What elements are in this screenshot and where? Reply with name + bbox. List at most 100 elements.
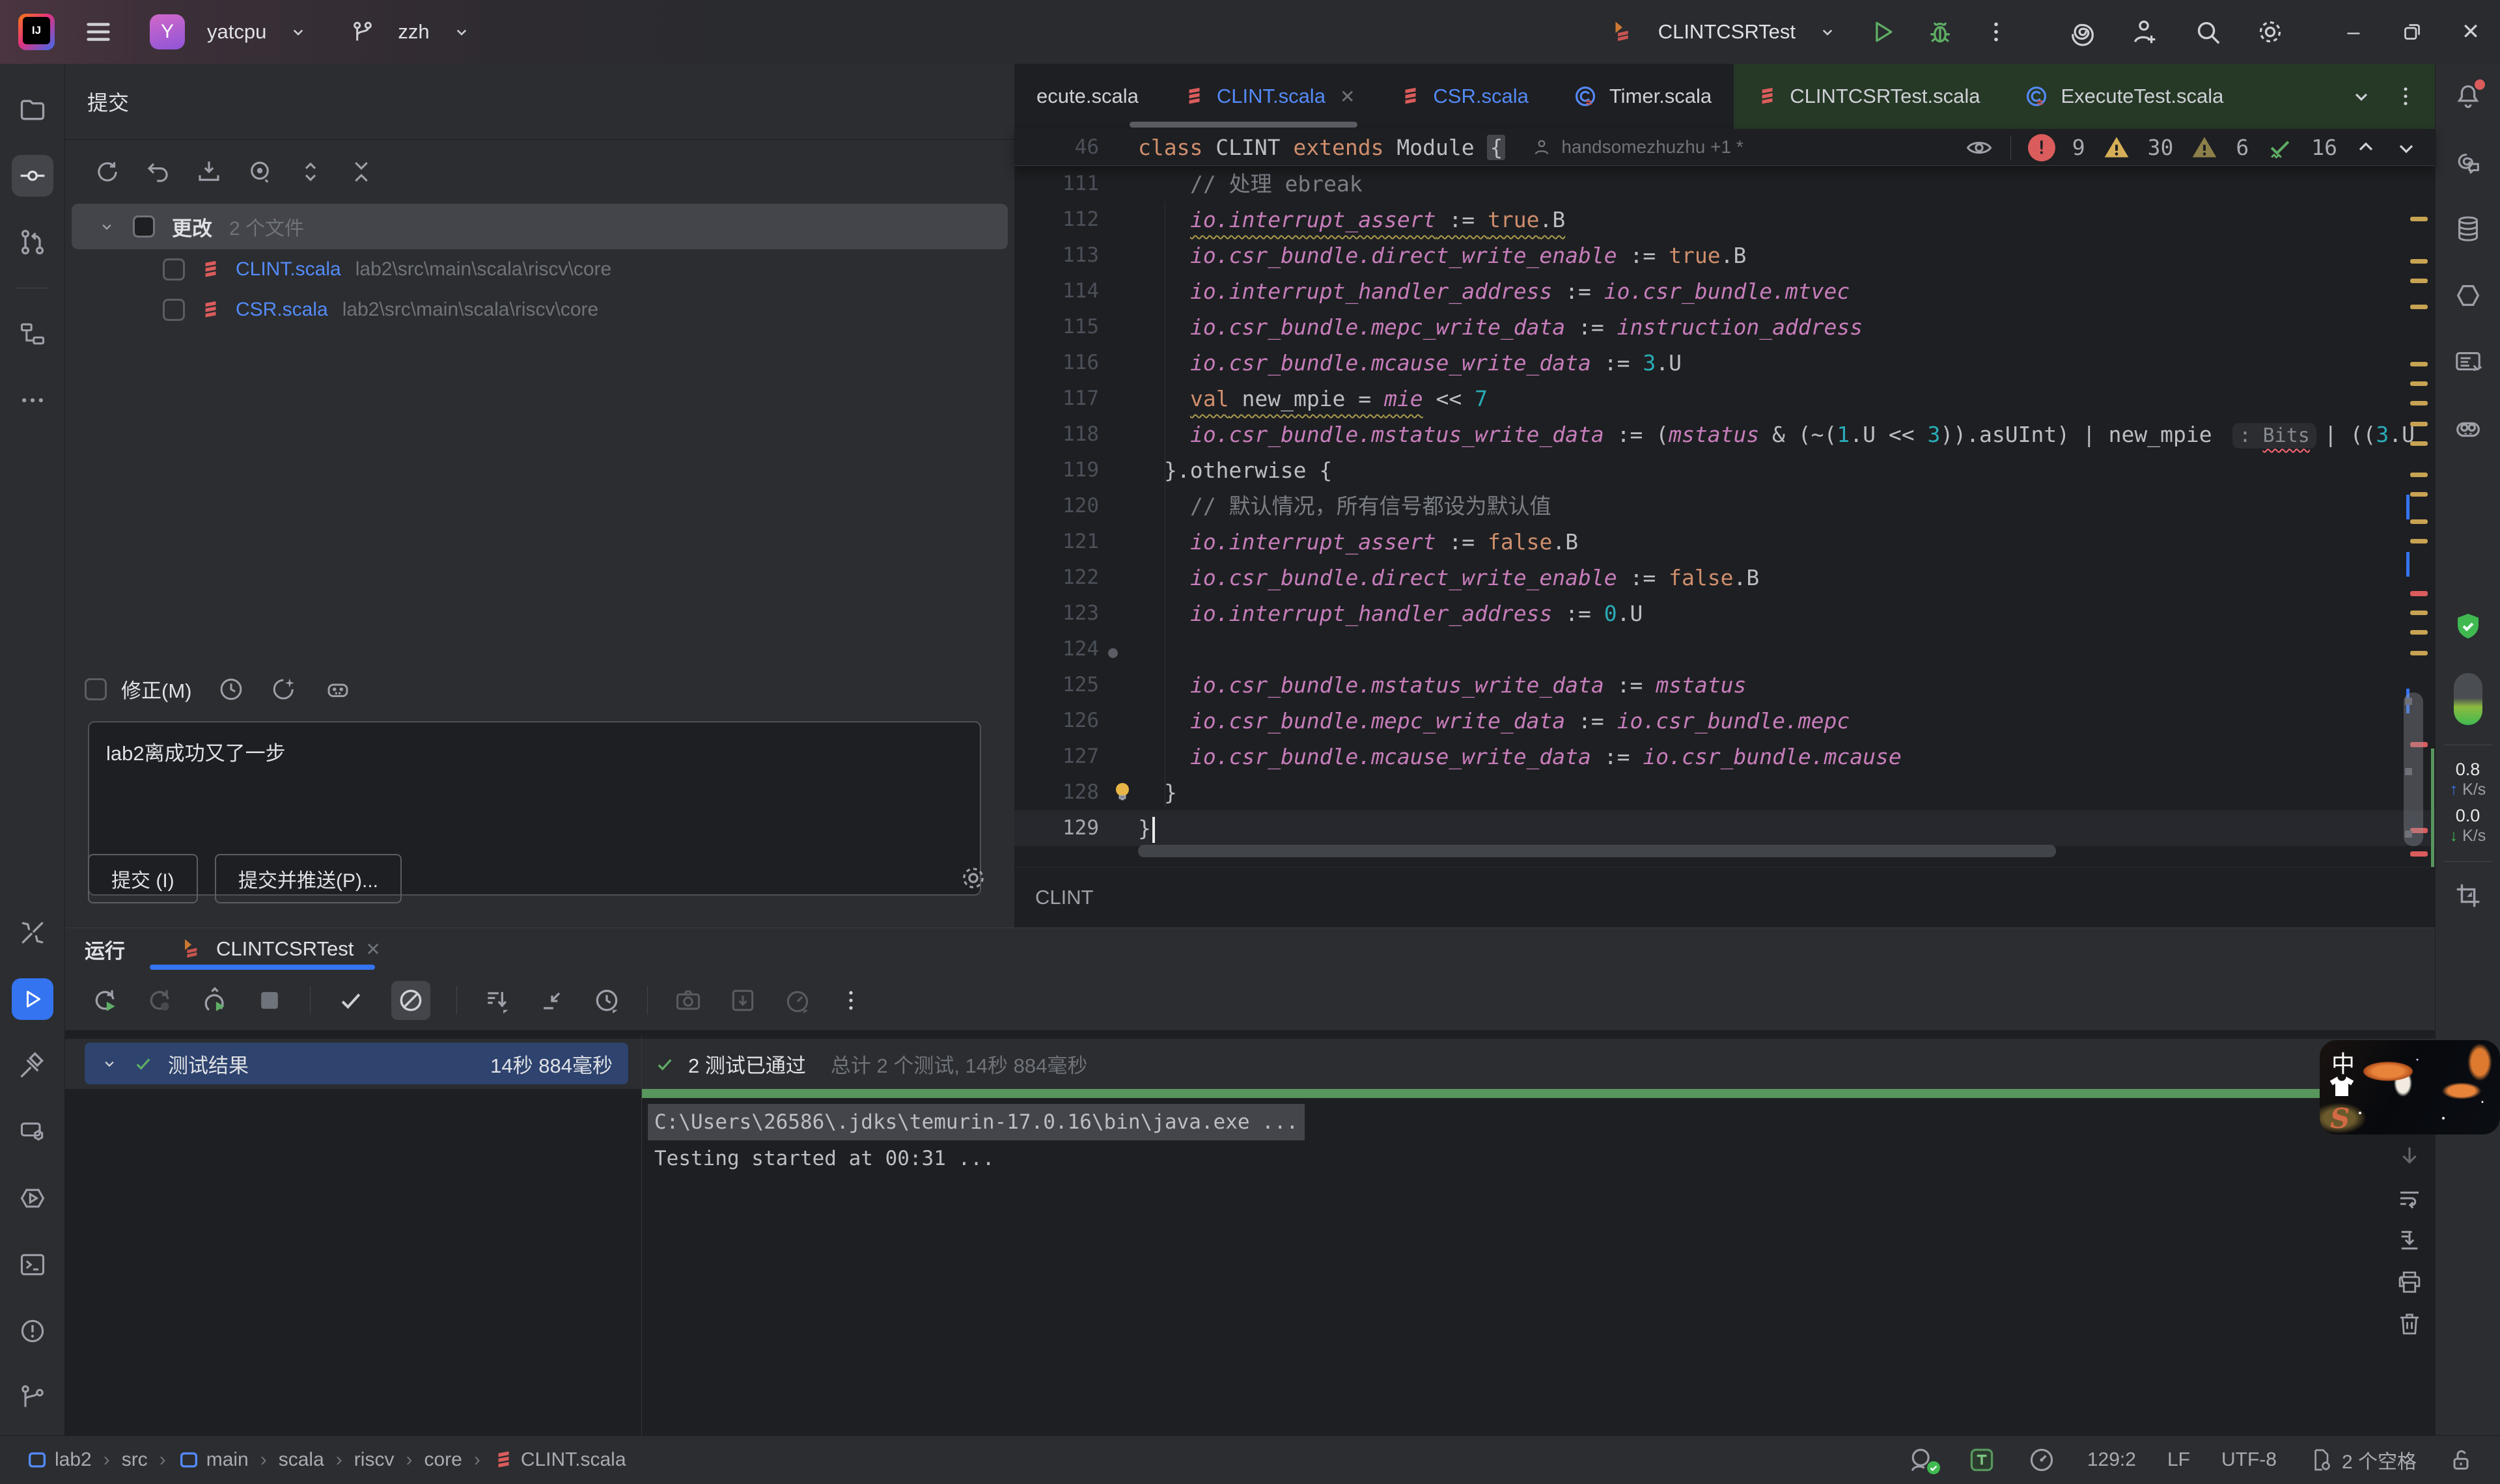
run-button[interactable]	[1868, 18, 1897, 46]
code-line[interactable]: 123io.interrupt_handler_address := 0.U	[1014, 596, 2435, 631]
chevron-down-icon[interactable]	[100, 1054, 118, 1073]
documentation-tool-button[interactable]	[2447, 341, 2489, 383]
run-tool-button[interactable]	[12, 978, 53, 1020]
stripe-mark-yellow[interactable]	[2410, 611, 2428, 615]
database-tool-button[interactable]	[2447, 208, 2489, 250]
grammar-check-icon[interactable]	[2266, 133, 2294, 162]
stripe-mark-yellow[interactable]	[2410, 630, 2428, 635]
stop-button[interactable]	[255, 986, 284, 1015]
rollback-icon[interactable]	[145, 158, 172, 186]
window-close-button[interactable]: ✕	[2441, 0, 2500, 64]
structure-tool-button[interactable]	[12, 313, 53, 355]
expand-all-icon[interactable]	[297, 158, 324, 186]
editor-scrollbar-thumb[interactable]	[2404, 693, 2423, 846]
stripe-mark-yellow[interactable]	[2410, 422, 2428, 426]
copilot-status-icon[interactable]	[1908, 1446, 1936, 1474]
file-lock-icon[interactable]	[2448, 1447, 2474, 1473]
stripe-mark-blue[interactable]	[2406, 552, 2410, 577]
run-more-kebab-icon[interactable]	[838, 987, 864, 1013]
hidden-tabs-chevron-icon[interactable]	[2349, 84, 2374, 109]
warning-count[interactable]: 30	[2148, 135, 2174, 160]
stripe-mark-yellow[interactable]	[2410, 362, 2428, 366]
tab-scrollbar-thumb[interactable]	[1130, 122, 1357, 128]
screenshot-crop-icon[interactable]	[2447, 875, 2489, 916]
window-restore-button[interactable]	[2383, 0, 2441, 64]
caret-position[interactable]: 129:2	[2087, 1449, 2136, 1471]
code-line[interactable]: 118io.csr_bundle.mstatus_write_data := (…	[1014, 417, 2435, 452]
tab-options-kebab-icon[interactable]	[2393, 84, 2418, 109]
breadcrumb-item[interactable]: lab2	[26, 1449, 92, 1471]
memory-indicator-gauge[interactable]	[2454, 673, 2482, 725]
stripe-mark-red[interactable]	[2410, 851, 2428, 857]
coverage-gauge-icon[interactable]	[783, 986, 812, 1015]
commit-settings-gear-icon[interactable]	[958, 863, 988, 893]
branch-name[interactable]: zzh	[398, 20, 429, 44]
code-line[interactable]: 126io.csr_bundle.mepc_write_data := io.c…	[1014, 703, 2435, 739]
weak-warning-count[interactable]: 6	[2236, 135, 2249, 160]
window-minimize-button[interactable]: –	[2324, 0, 2383, 64]
sort-by-duration-icon[interactable]	[483, 986, 512, 1015]
main-menu-hamburger-icon[interactable]	[83, 17, 113, 47]
indent-setting[interactable]: 2 个空格	[2308, 1446, 2417, 1474]
soft-wrap-icon[interactable]	[2396, 1185, 2423, 1212]
jump-to-source-icon[interactable]	[538, 986, 566, 1015]
robot-checks-icon[interactable]	[324, 676, 352, 703]
services-tool-button[interactable]	[12, 1111, 53, 1153]
stripe-mark-yellow[interactable]	[2410, 305, 2428, 309]
file-encoding[interactable]: UTF-8	[2221, 1449, 2277, 1471]
changed-file-row[interactable]: CSR.scalalab2\src\main\scala\riscv\core	[65, 290, 1014, 330]
console-line[interactable]: Testing started at 00:31 ...	[654, 1140, 1305, 1177]
breadcrumb-item[interactable]: scala	[279, 1449, 324, 1471]
code-line[interactable]: 112io.interrupt_assert := true.B	[1014, 202, 2435, 238]
editor-tab[interactable]: ExecuteTest.scala	[2002, 64, 2245, 129]
dependencies-hexagon-icon[interactable]	[2447, 275, 2489, 316]
shelve-icon[interactable]	[195, 158, 223, 186]
more-tool-windows-button[interactable]	[12, 379, 53, 421]
error-count-icon[interactable]: !	[2028, 134, 2055, 161]
scroll-to-end-icon[interactable]	[2396, 1226, 2423, 1254]
sbt-shell-button[interactable]	[12, 1177, 53, 1219]
commit-and-push-button[interactable]: 提交并推送(P)...	[215, 854, 402, 903]
code-line[interactable]: 114io.interrupt_handler_address := io.cs…	[1014, 273, 2435, 309]
warning-triangle-icon[interactable]	[2102, 133, 2131, 162]
test-console-output[interactable]: C:\Users\26586\.jdks\temurin-17.0.16\bin…	[654, 1104, 1305, 1177]
test-history-clock-icon[interactable]	[592, 986, 621, 1015]
run-config-chevron-down-icon[interactable]	[1818, 22, 1837, 42]
clear-console-trash-icon[interactable]	[2396, 1310, 2423, 1337]
rerun-failed-tests-button[interactable]	[146, 986, 174, 1015]
weak-warning-triangle-icon[interactable]	[2190, 133, 2219, 162]
stripe-mark-yellow[interactable]	[2410, 441, 2428, 446]
commit-tool-button[interactable]	[12, 155, 53, 197]
show-passed-check-icon[interactable]	[337, 986, 365, 1015]
rerun-button[interactable]	[91, 986, 120, 1015]
stripe-mark-yellow[interactable]	[2410, 381, 2428, 386]
reader-mode-eye-icon[interactable]	[1965, 133, 1993, 162]
more-actions-kebab-icon[interactable]	[1983, 19, 2009, 45]
mini-player-overlay[interactable]: 中 S	[2320, 1040, 2500, 1134]
inspections-shield-icon[interactable]	[2447, 605, 2489, 647]
scroll-down-arrow-icon[interactable]	[2396, 1143, 2423, 1170]
ai-chat-tool-button[interactable]	[2447, 142, 2489, 184]
editor-tab[interactable]: CLINT.scala✕	[1161, 64, 1378, 129]
editor-horizontal-scrollbar[interactable]	[1138, 845, 2056, 857]
error-count[interactable]: 9	[2072, 135, 2085, 160]
code-line[interactable]: 125io.csr_bundle.mstatus_write_data := m…	[1014, 667, 2435, 703]
chevron-down-icon[interactable]	[98, 217, 116, 236]
search-everywhere-icon[interactable]	[2193, 17, 2223, 47]
changes-group-row[interactable]: 更改 2 个文件	[72, 204, 1008, 249]
file-name[interactable]: CLINT.scala	[236, 258, 341, 281]
vcs-author-annotation[interactable]: handsomezhuzhu +1 *	[1561, 137, 1743, 158]
stripe-mark-yellow[interactable]	[2410, 279, 2428, 283]
stripe-mark-yellow[interactable]	[2410, 401, 2428, 405]
test-snapshot-camera-icon[interactable]	[674, 986, 702, 1015]
editor-tab[interactable]: Timer.scala	[1551, 64, 1734, 129]
problems-tool-button[interactable]	[12, 1310, 53, 1352]
collapse-all-icon[interactable]	[348, 158, 375, 186]
preview-diff-icon[interactable]	[246, 158, 273, 186]
settings-gear-icon[interactable]	[2255, 17, 2285, 47]
code-line[interactable]: 124	[1014, 631, 2435, 667]
commit-history-clock-icon[interactable]	[217, 676, 245, 703]
notifications-bell-icon[interactable]	[2447, 76, 2489, 117]
code-line[interactable]: 115io.csr_bundle.mepc_write_data := inst…	[1014, 309, 2435, 345]
import-test-results-icon[interactable]	[729, 986, 757, 1015]
